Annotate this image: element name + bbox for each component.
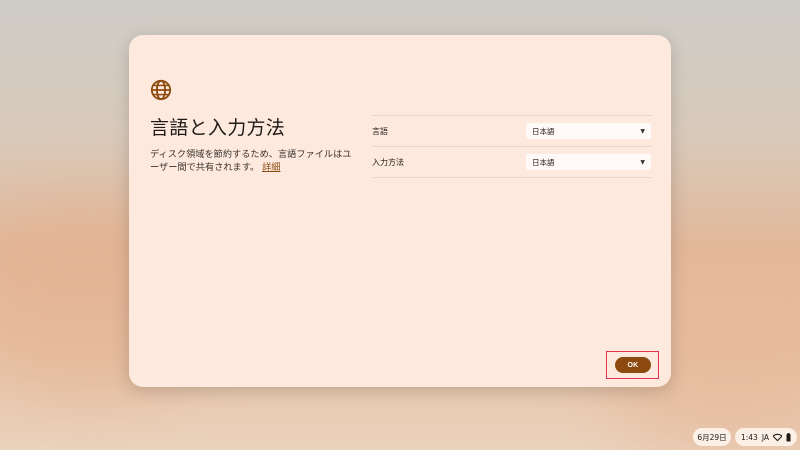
- ok-button[interactable]: OK: [615, 357, 651, 373]
- language-dialog: 言語と入力方法 ディスク領域を節約するため、言語ファイルはユーザー間で共有されま…: [129, 35, 671, 387]
- settings-list: 言語 日本語 ▼ 入力方法 日本語 ▼: [372, 115, 652, 178]
- shelf-status-area[interactable]: 1:43 JA: [735, 428, 797, 446]
- language-row: 言語 日本語 ▼: [372, 116, 652, 147]
- chevron-down-icon: ▼: [640, 158, 645, 166]
- chevron-down-icon: ▼: [640, 127, 645, 135]
- network-icon: [773, 433, 783, 441]
- input-method-label: 入力方法: [372, 157, 404, 167]
- battery-icon: [786, 432, 791, 441]
- dialog-description: ディスク領域を節約するため、言語ファイルはユーザー間で共有されます。 詳細: [150, 148, 360, 174]
- language-value: 日本語: [532, 126, 555, 136]
- input-method-select[interactable]: 日本語 ▼: [526, 154, 651, 170]
- input-method-value: 日本語: [532, 157, 555, 167]
- globe-icon: [150, 79, 172, 101]
- learn-more-link[interactable]: 詳細: [262, 162, 280, 173]
- shelf-time: 1:43: [740, 432, 758, 442]
- description-text: ディスク領域を節約するため、言語ファイルはユーザー間で共有されます。: [150, 149, 352, 173]
- dialog-title: 言語と入力方法: [150, 117, 286, 139]
- ime-indicator: JA: [761, 432, 770, 442]
- shelf-date[interactable]: 6月29日: [693, 428, 731, 446]
- language-select[interactable]: 日本語 ▼: [526, 123, 651, 139]
- input-method-row: 入力方法 日本語 ▼: [372, 147, 652, 178]
- language-label: 言語: [372, 126, 388, 136]
